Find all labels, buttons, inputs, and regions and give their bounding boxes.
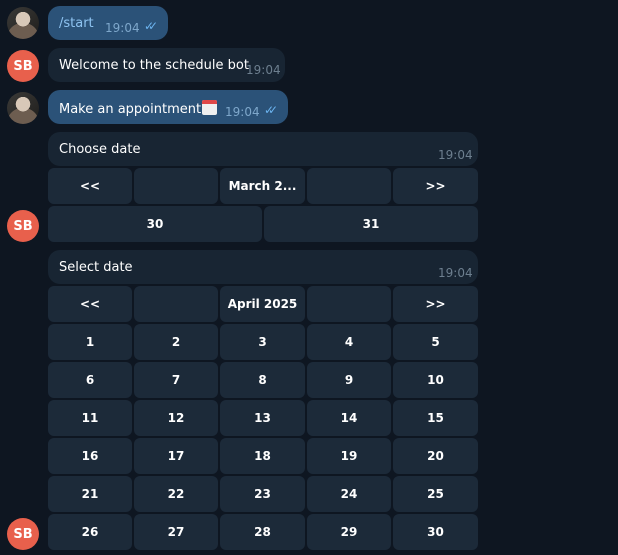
keyboard-prev-month-button[interactable]: << <box>48 168 132 204</box>
user-avatar[interactable] <box>7 7 39 39</box>
message-text: Choose date <box>59 142 141 157</box>
keyboard-day-button[interactable]: 19 <box>307 438 391 474</box>
keyboard-day-button[interactable]: 12 <box>134 400 218 436</box>
keyboard-day-button[interactable]: 6 <box>48 362 132 398</box>
keyboard-day-button[interactable]: 9 <box>307 362 391 398</box>
calendar-icon <box>202 100 218 115</box>
keyboard-day-button[interactable]: 27 <box>134 514 218 550</box>
keyboard-day-button[interactable]: 22 <box>134 476 218 512</box>
keyboard-month-button[interactable]: April 2025 <box>220 286 305 322</box>
read-checks-icon: ✓✓ <box>144 19 158 33</box>
keyboard-day-button[interactable]: 26 <box>48 514 132 550</box>
message-time: 19:04 <box>225 105 260 119</box>
message-choose-date: Choose date 19:04 <box>48 132 478 166</box>
keyboard-day-button[interactable]: 17 <box>134 438 218 474</box>
keyboard-prev-month-button[interactable]: << <box>48 286 132 322</box>
message-time: 19:04 <box>105 21 140 35</box>
command-link[interactable]: /start <box>59 16 94 31</box>
keyboard-day-button[interactable]: 7 <box>134 362 218 398</box>
user-avatar[interactable] <box>7 92 39 124</box>
bot-avatar[interactable]: SB <box>7 518 39 550</box>
bot-avatar[interactable]: SB <box>7 210 39 242</box>
keyboard-next-month-button[interactable]: >> <box>393 168 478 204</box>
keyboard-day-button[interactable]: 3 <box>220 324 305 360</box>
keyboard-day-button[interactable]: 11 <box>48 400 132 436</box>
keyboard-day-button[interactable]: 30 <box>48 206 262 242</box>
keyboard-day-button[interactable]: 24 <box>307 476 391 512</box>
keyboard-day-button[interactable]: 8 <box>220 362 305 398</box>
keyboard-day-button[interactable]: 15 <box>393 400 478 436</box>
message-start[interactable]: /start 19:04 ✓✓ <box>48 6 168 40</box>
keyboard-day-button[interactable]: 29 <box>307 514 391 550</box>
keyboard-day-button[interactable]: 2 <box>134 324 218 360</box>
keyboard-day-button[interactable]: 28 <box>220 514 305 550</box>
keyboard-day-button[interactable]: 10 <box>393 362 478 398</box>
keyboard-empty-button[interactable] <box>307 168 391 204</box>
bot-avatar[interactable]: SB <box>7 50 39 82</box>
read-checks-icon: ✓✓ <box>264 103 278 117</box>
keyboard-day-button[interactable]: 25 <box>393 476 478 512</box>
keyboard-day-button[interactable]: 18 <box>220 438 305 474</box>
keyboard-month-button[interactable]: March 2... <box>220 168 305 204</box>
keyboard-day-button[interactable]: 21 <box>48 476 132 512</box>
keyboard-day-button[interactable]: 1 <box>48 324 132 360</box>
keyboard-empty-button[interactable] <box>134 286 218 322</box>
keyboard-empty-button[interactable] <box>307 286 391 322</box>
message-text: Make an appointment <box>59 100 218 117</box>
message-time: 19:04 <box>438 148 473 162</box>
keyboard-next-month-button[interactable]: >> <box>393 286 478 322</box>
message-time: 19:04 <box>438 266 473 280</box>
keyboard-day-button[interactable]: 16 <box>48 438 132 474</box>
keyboard-day-button[interactable]: 30 <box>393 514 478 550</box>
message-text: Welcome to the schedule bot <box>59 58 249 73</box>
keyboard-day-button[interactable]: 20 <box>393 438 478 474</box>
message-text-label: Make an appointment <box>59 102 202 117</box>
keyboard-empty-button[interactable] <box>134 168 218 204</box>
keyboard-day-button[interactable]: 13 <box>220 400 305 436</box>
keyboard-day-button[interactable]: 31 <box>264 206 478 242</box>
message-time: 19:04 <box>246 63 281 77</box>
message-select-date: Select date 19:04 <box>48 250 478 284</box>
keyboard-day-button[interactable]: 5 <box>393 324 478 360</box>
message-welcome[interactable]: Welcome to the schedule bot 19:04 <box>48 48 285 82</box>
keyboard-day-button[interactable]: 14 <box>307 400 391 436</box>
message-appointment[interactable]: Make an appointment 19:04 ✓✓ <box>48 90 288 124</box>
keyboard-day-button[interactable]: 23 <box>220 476 305 512</box>
message-text: Select date <box>59 260 133 275</box>
keyboard-day-button[interactable]: 4 <box>307 324 391 360</box>
